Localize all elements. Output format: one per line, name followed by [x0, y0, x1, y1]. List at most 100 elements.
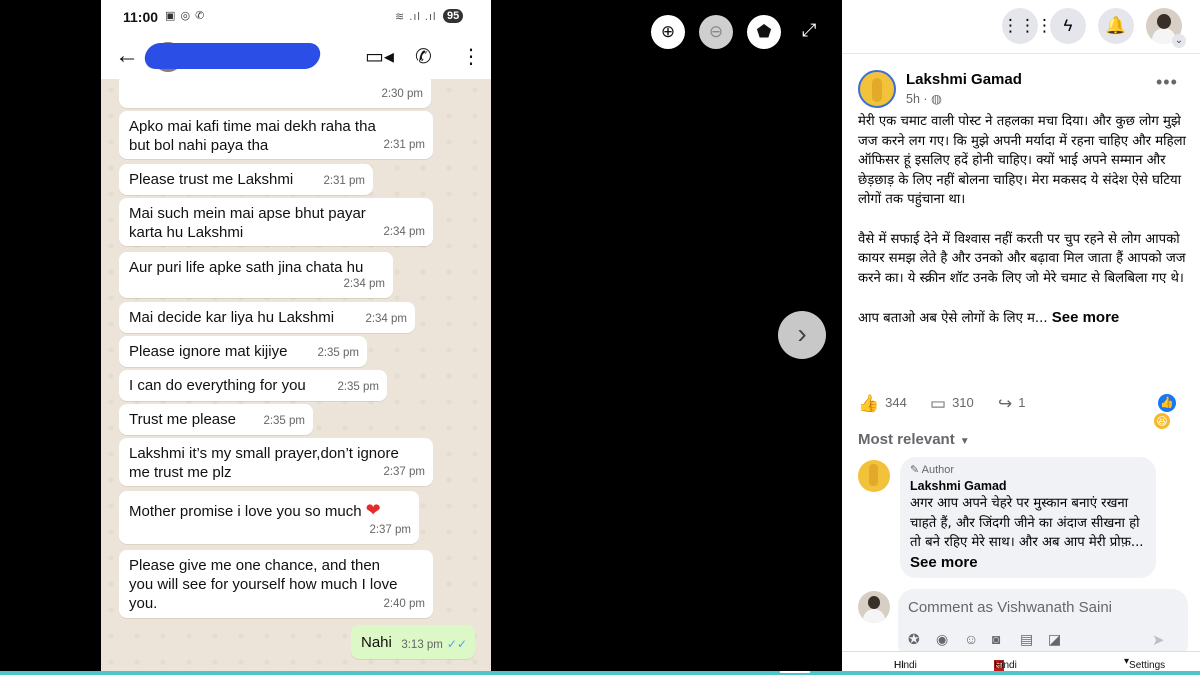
notifications-icon[interactable]: 🔔 [1098, 8, 1134, 44]
message-text: Mother promise i love you so much [129, 503, 362, 520]
signal-icon: ≋ .ıl .ıl [395, 11, 437, 23]
post-stats: 👍 344 ▭ 310 ↪ 1 👍😆 [858, 394, 1188, 430]
message-bubble: Please ignore mat kijiye 2:35 pm [119, 336, 367, 367]
language-settings[interactable]: ▾ Settings [1124, 656, 1165, 671]
message-bubble: Mother promise i love you so much ❤ 2:37 … [119, 491, 419, 544]
share-count[interactable]: ↪ 1 [998, 394, 1025, 414]
message-bubble: Trust me please 2:35 pm [119, 404, 313, 435]
message-time: 2:35 pm [337, 381, 379, 393]
tag-icon[interactable]: ⬟ [747, 15, 781, 49]
battery-badge: 95 [443, 9, 464, 23]
fullscreen-icon[interactable]: ⤢ [802, 20, 816, 41]
post-body: मेरी एक चमाट वाली पोस्ट ने तहलका मचा दिय… [858, 112, 1186, 329]
message-time: 2:37 pm [369, 524, 411, 536]
menu-icon[interactable]: ⋮ [461, 44, 481, 69]
zoom-in-icon[interactable]: ⊕ [651, 15, 685, 49]
camera-icon[interactable]: ◙ [992, 631, 1020, 647]
post-time: 5h · ◍ [906, 92, 942, 106]
face-icon[interactable]: ◉ [936, 631, 964, 648]
globe-icon: ◍ [931, 92, 942, 106]
messenger-icon[interactable]: ϟ [1050, 8, 1086, 44]
phone-status-bar: 11:00 ▣ ◎ ✆ ≋ .ıl .ıl 95 [101, 0, 491, 34]
next-photo-button[interactable]: › [778, 311, 826, 359]
gif-icon[interactable]: ▤ [1020, 631, 1048, 648]
author-name[interactable]: Lakshmi Gamad [906, 71, 1022, 88]
message-time: 2:30 pm [381, 88, 423, 100]
author-badge: ✎ Author [910, 464, 955, 476]
post-paragraph: मेरी एक चमाट वाली पोस्ट ने तहलका मचा दिय… [858, 114, 1186, 208]
message-bubble: Mai such mein mai apse bhut payar karta … [119, 198, 433, 246]
see-more-link[interactable]: See more [1052, 309, 1120, 326]
comment-input[interactable]: Comment as Vishwanath Saini [908, 599, 1112, 616]
post-header: Lakshmi Gamad 5h · ◍ ••• [858, 70, 1188, 110]
message-time: 2:34 pm [383, 226, 425, 238]
read-receipt-icon: ✓✓ [446, 637, 467, 651]
zoom-out-icon[interactable]: ⊖ [699, 15, 733, 49]
language-bar: HI Hindi (India) अHindi Indic Input 3 ▾ … [842, 651, 1200, 675]
post-panel: ⋮⋮⋮ ϟ 🔔 ⌄ Lakshmi Gamad 5h · ◍ ••• मेरी … [842, 0, 1200, 671]
message-text: Mai such mein mai apse bhut payar karta … [129, 205, 366, 241]
post-paragraph: आप बताओ अब ऐसे लोगों के लिए म... [858, 310, 1048, 326]
message-time: 2:35 pm [317, 347, 359, 359]
like-count[interactable]: 👍 344 [858, 394, 907, 414]
share-icon: ↪ [998, 394, 1013, 413]
message-time: 2:31 pm [383, 139, 425, 151]
message-text: Apko mai kafi time mai dekh raha tha but… [129, 118, 376, 154]
commenter-name[interactable]: Lakshmi Gamad [910, 479, 1146, 493]
phone-call-icon[interactable]: ✆ [415, 44, 432, 69]
message-bubble: Aur puri life apke sath jina chata hu 2:… [119, 252, 393, 298]
send-icon[interactable]: ➤ [1152, 631, 1165, 649]
more-options-icon[interactable]: ••• [1156, 72, 1178, 93]
message-text: Mai decide kar liya hu Lakshmi [129, 309, 335, 326]
current-user-avatar [858, 591, 890, 623]
message-bubble: Lakshmi it’s my small prayer,don’t ignor… [119, 438, 433, 486]
comment-text: अगर आप अपने चेहरे पर मुस्कान बनाएं रखना … [910, 496, 1144, 571]
like-icon: 👍 [858, 394, 880, 413]
message-time: 2:31 pm [323, 175, 365, 187]
commenter-avatar[interactable] [858, 460, 890, 492]
taskbar-strip [0, 671, 1200, 675]
message-bubble: Please give me one chance, and then you … [119, 550, 433, 618]
comment-see-more-link[interactable]: See more [910, 554, 978, 571]
message-time: 2:37 pm [383, 466, 425, 478]
sticker-icon[interactable]: ◪ [1048, 631, 1076, 648]
status-notification-icons: ▣ ◎ ✆ [165, 10, 206, 22]
message-time: 2:34 pm [343, 278, 385, 290]
comment-composer[interactable]: Comment as Vishwanath Saini ✪ ◉ ☺ ◙ ▤ ◪ ➤ [898, 589, 1188, 660]
chevron-down-icon[interactable]: ⌄ [1172, 34, 1186, 48]
menu-grid-icon[interactable]: ⋮⋮⋮ [1002, 8, 1053, 44]
haha-reaction-icon: 😆 [1153, 412, 1171, 430]
message-bubble: Mai decide kar liya hu Lakshmi 2:34 pm [119, 302, 415, 333]
avatar-sticker-icon[interactable]: ✪ [908, 631, 936, 648]
message-text: Lakshmi it’s my small prayer,don’t ignor… [129, 445, 399, 481]
message-time: 2:35 pm [263, 415, 305, 427]
chat-area: 2:30 pm Apko mai kafi time mai dekh raha… [101, 74, 491, 671]
comment-count[interactable]: ▭ 310 [930, 394, 974, 414]
composer-toolbar: ✪ ◉ ☺ ◙ ▤ ◪ [908, 631, 1076, 648]
like-reaction-icon: 👍 [1158, 394, 1176, 412]
message-time: 3:13 pm [401, 639, 443, 651]
back-arrow-icon[interactable]: ← [115, 42, 139, 70]
comment-icon: ▭ [930, 394, 947, 413]
message-bubble: 2:30 pm [119, 74, 431, 108]
post-paragraph: वैसे में सफाई देने में विश्वास नहीं करती… [858, 231, 1186, 286]
reactions[interactable]: 👍😆 [1153, 394, 1188, 430]
video-call-icon[interactable]: ▭◂ [365, 44, 394, 69]
message-bubble: Please trust me Lakshmi 2:31 pm [119, 164, 373, 195]
message-bubble: Apko mai kafi time mai dekh raha tha but… [119, 111, 433, 159]
status-time: 11:00 [123, 9, 159, 25]
screen: 11:00 ▣ ◎ ✆ ≋ .ıl .ıl 95 ← ▭◂ ✆ ⋮ 2:30 p… [0, 0, 1200, 675]
top-navigation: ⋮⋮⋮ ϟ 🔔 ⌄ [842, 0, 1200, 54]
emoji-icon[interactable]: ☺ [964, 631, 992, 647]
message-text: Nahi [361, 634, 392, 651]
redacted-contact-name [142, 43, 323, 69]
heart-emoji-icon: ❤ [365, 500, 381, 520]
author-avatar[interactable] [858, 70, 896, 108]
comment-bubble: ✎ Author Lakshmi Gamad अगर आप अपने चेहरे… [900, 457, 1156, 578]
message-text: Please give me one chance, and then you … [129, 557, 398, 612]
message-time: 2:34 pm [365, 313, 407, 325]
chat-screenshot: 11:00 ▣ ◎ ✆ ≋ .ıl .ıl 95 ← ▭◂ ✆ ⋮ 2:30 p… [101, 0, 491, 671]
message-time: 2:40 pm [383, 598, 425, 610]
caret-down-icon: ▼ [959, 436, 970, 447]
comment-sort-dropdown[interactable]: Most relevant ▼ [858, 431, 970, 448]
